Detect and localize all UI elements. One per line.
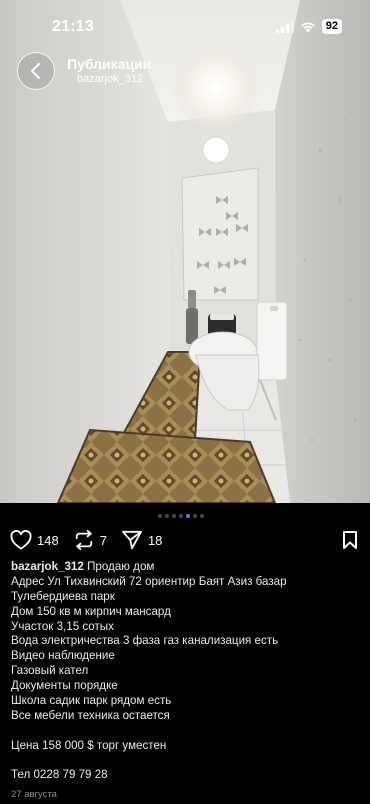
caption-line: Адрес Ул Тихвинский 72 ориентир Баят Ази… [11,574,287,588]
post-caption: bazarjok_312 Продаю дом Адрес Ул Тихвинс… [11,560,361,783]
carousel-dot [179,514,183,518]
post-details: 148 7 18 bazarjok_312 Продаю дом Адрес У… [0,503,370,804]
back-button[interactable] [17,52,55,90]
bookmark-icon[interactable] [342,530,358,550]
carousel-dot [193,514,197,518]
post-date: 27 августа [11,789,57,800]
chevron-left-icon [30,62,41,80]
caption-line: Газовый кател [11,664,89,678]
send-icon [121,530,142,550]
caption-line: Тулебердиева парк [11,589,115,603]
caption-username[interactable]: bazarjok_312 [11,560,84,573]
carousel-dot [158,514,162,518]
carousel-dot [186,514,190,518]
battery-indicator: 92 [321,19,342,34]
header-title: Публикации [67,56,152,72]
action-bar: 148 7 18 [10,529,176,551]
carousel-dot [165,514,169,518]
share-count: 18 [147,532,163,548]
repost-count: 7 [99,532,107,548]
wifi-icon [300,21,315,32]
caption-line: Дом 150 кв м кирпич мансард [11,604,171,618]
post-photo[interactable]: 21:13 92 Публикации bazarjok_312 [0,0,370,503]
header-username[interactable]: bazarjok_312 [77,73,143,85]
carousel-dot [172,514,176,518]
carousel-indicator [158,514,204,518]
repost-icon [75,530,92,550]
repost-button[interactable]: 7 [73,530,107,550]
bathroom-photo [0,0,370,503]
share-button[interactable]: 18 [121,530,162,550]
caption-line: Видео наблюдение [11,649,115,663]
like-count: 148 [37,532,59,548]
status-time: 21:13 [52,18,94,35]
like-button[interactable]: 148 [10,530,59,550]
caption-line: Школа садик парк рядом есть [11,694,172,708]
cellular-signal-icon [275,20,294,33]
heart-icon [10,530,32,550]
caption-line: Документы порядке [11,679,118,693]
caption-phone: Тел 0228 79 79 28 [11,768,108,782]
caption-line: Участок 3,15 сотых [11,619,114,633]
caption-line: Вода электричества 3 фаза газ канализаци… [11,634,279,648]
caption-first-line: Продаю дом [87,560,155,573]
carousel-dot [200,514,204,518]
status-bar: 21:13 92 [0,0,370,48]
caption-line: Все мебели техника остается [11,708,170,722]
caption-price: Цена 158 000 $ торг уместен [11,738,167,752]
